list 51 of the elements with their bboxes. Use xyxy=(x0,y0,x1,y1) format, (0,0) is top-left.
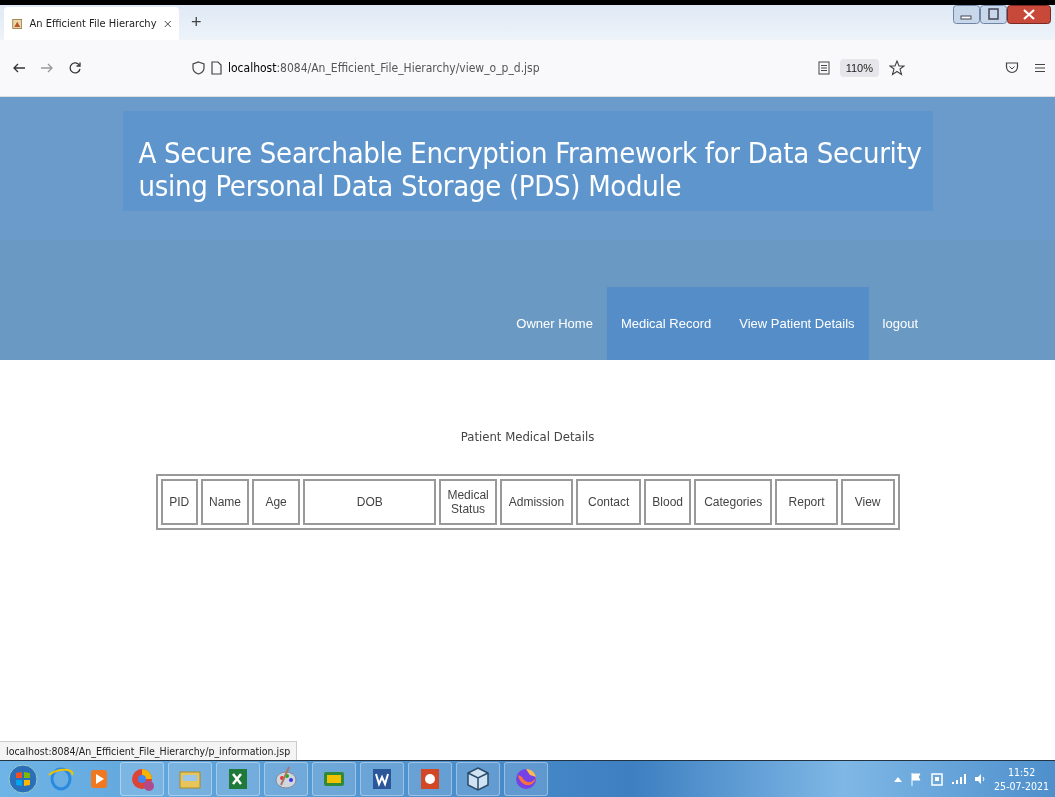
back-icon[interactable] xyxy=(12,61,26,75)
nav-link[interactable]: View Patient Details xyxy=(725,287,869,360)
taskbar-button[interactable] xyxy=(408,762,452,796)
column-header: PID xyxy=(160,479,198,525)
column-header: Report xyxy=(775,479,838,525)
taskbar-button[interactable] xyxy=(360,762,404,796)
star-icon[interactable] xyxy=(889,60,905,76)
signal-icon[interactable] xyxy=(952,773,967,785)
nav-link[interactable]: Medical Record xyxy=(606,287,726,360)
column-header: DOB xyxy=(303,479,437,525)
forward-icon[interactable] xyxy=(40,61,54,75)
nav-link[interactable]: logout xyxy=(868,287,932,360)
address-field[interactable]: localhost:8084/An_Efficient_File_Hierarchy/view_o_p_d.jsp xyxy=(192,53,812,83)
taskbar-button[interactable] xyxy=(216,762,260,796)
clock-time: 11:52 xyxy=(1007,765,1036,779)
speaker-icon[interactable] xyxy=(974,773,987,785)
nav-link[interactable]: Owner Home xyxy=(502,287,607,360)
column-header: View xyxy=(840,479,895,525)
caret-up-icon[interactable] xyxy=(894,776,903,782)
column-header: Name xyxy=(200,479,249,525)
page-icon xyxy=(12,16,23,31)
pocket-icon[interactable] xyxy=(1005,61,1019,75)
close-icon[interactable] xyxy=(163,18,171,29)
column-header: Medical Status xyxy=(439,479,497,525)
shield-icon xyxy=(192,61,205,75)
taskbar-button[interactable] xyxy=(504,762,548,796)
maximize-icon[interactable] xyxy=(980,5,1007,24)
section-heading: Patient Medical Details xyxy=(459,429,596,444)
page-icon xyxy=(211,61,222,75)
clock[interactable]: 11:52 25-07-2021 xyxy=(994,765,1049,793)
status-link-preview: localhost:8084/An_Efficient_File_Hierarchy/p_information.jsp xyxy=(0,741,298,760)
column-header: Admission xyxy=(499,479,574,525)
browser-tab[interactable]: An Efficient File Hierarchy xyxy=(4,7,179,40)
reload-icon[interactable] xyxy=(68,61,82,75)
column-header: Blood xyxy=(644,479,691,525)
column-header: Categories xyxy=(694,479,773,525)
taskbar-button[interactable] xyxy=(120,762,164,796)
reader-view-icon[interactable] xyxy=(817,61,830,75)
column-header: Contact xyxy=(576,479,642,525)
flag-icon[interactable] xyxy=(910,772,923,786)
start-orb-icon xyxy=(7,763,39,795)
clock-date: 25-07-2021 xyxy=(994,779,1049,793)
site-title: A Secure Searchable Encryption Framework for Data Security using Personal Data Storage (PDS) Module xyxy=(138,137,923,203)
device-icon[interactable] xyxy=(930,772,945,786)
zoom-level-button[interactable]: 110% xyxy=(839,59,879,77)
new-tab-button[interactable]: + xyxy=(187,12,206,33)
menu-icon[interactable] xyxy=(1033,61,1047,75)
column-header: Age xyxy=(252,479,301,525)
taskbar-button[interactable] xyxy=(456,762,500,796)
close-icon[interactable] xyxy=(1007,5,1051,24)
minimize-icon[interactable] xyxy=(953,5,980,24)
